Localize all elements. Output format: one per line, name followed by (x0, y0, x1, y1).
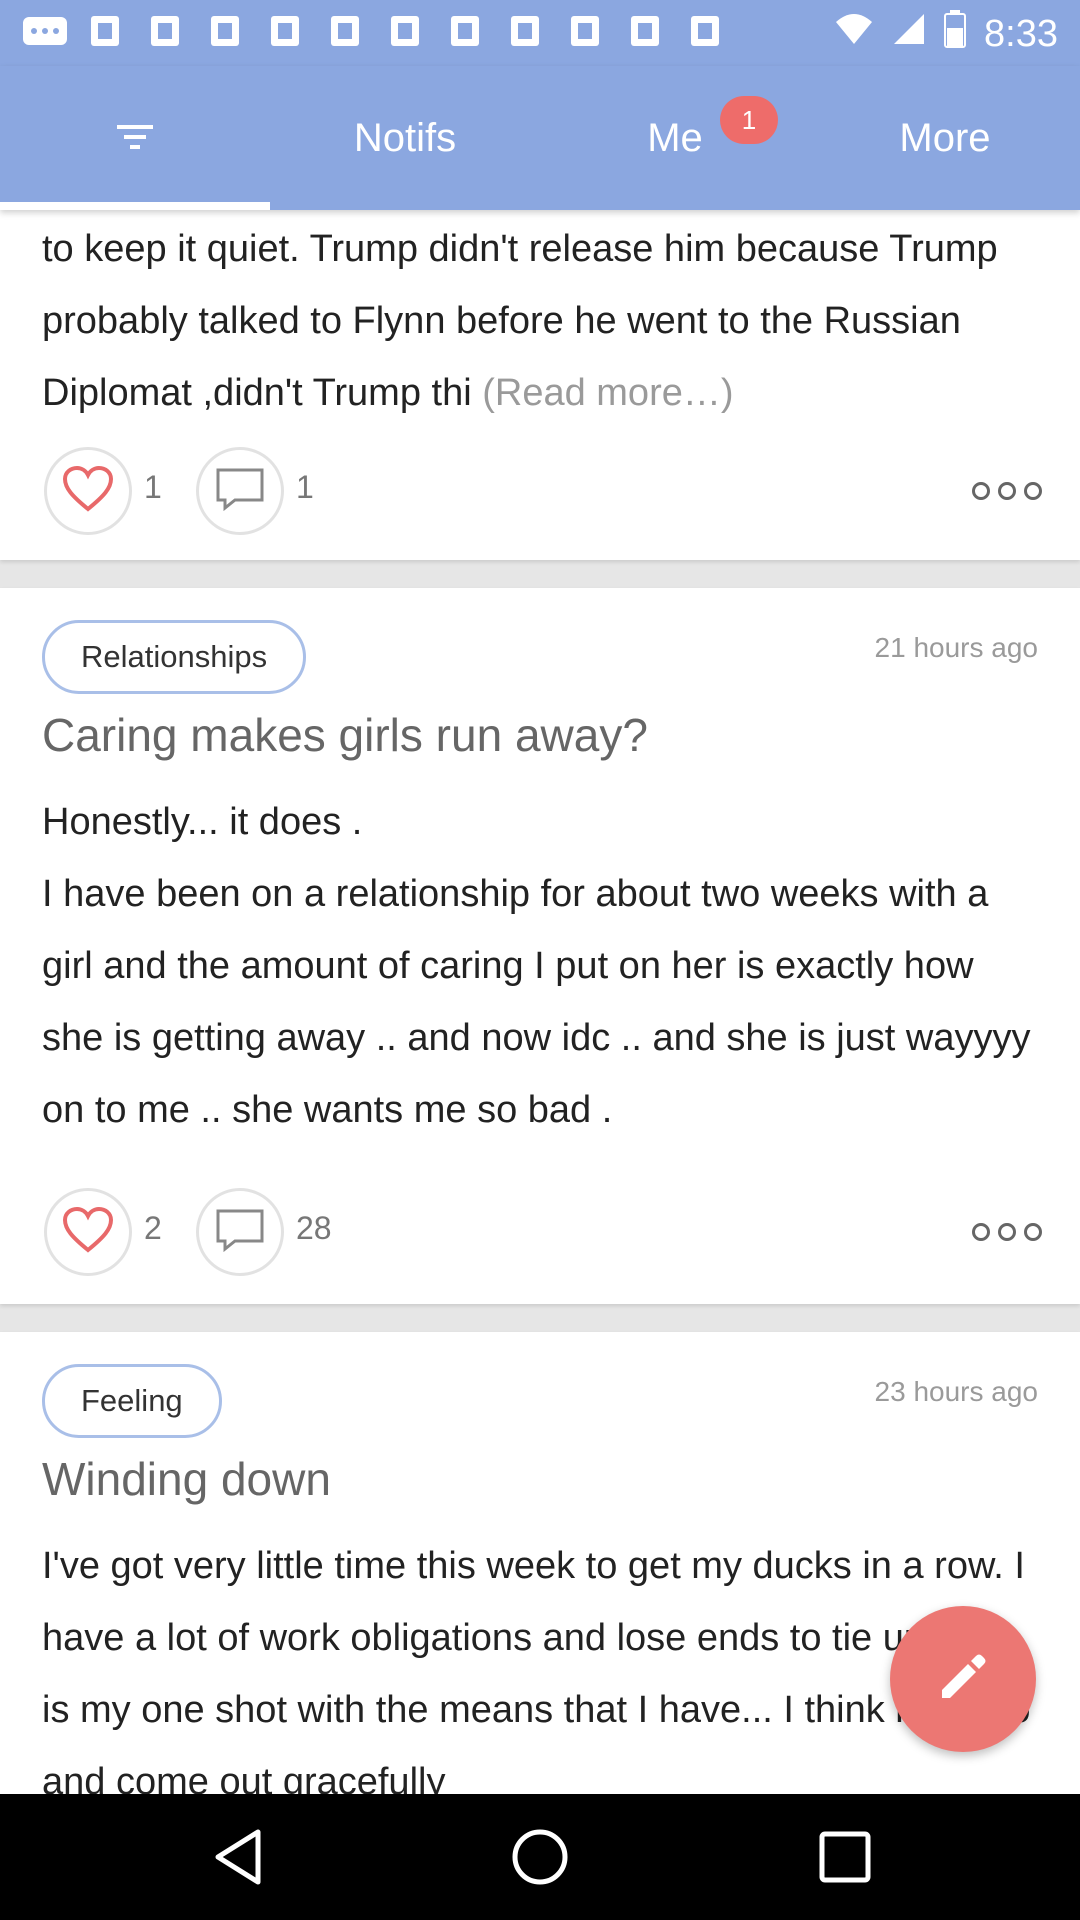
tab-notifs-label: Notifs (353, 115, 457, 160)
google-icon (142, 14, 188, 48)
post-title[interactable]: Winding down (42, 1452, 331, 1506)
top-tab-bar: Notifs Me 1 More (0, 66, 1080, 210)
post-title[interactable]: Caring makes girls run away? (42, 708, 648, 762)
back-icon[interactable] (205, 1824, 271, 1890)
like-count: 1 (144, 469, 162, 505)
post-body-line: Honestly... it does . (42, 801, 363, 843)
google-icon (202, 14, 248, 48)
like-button[interactable] (44, 1188, 132, 1276)
google-icon (442, 14, 488, 48)
status-bar: 8:33 (0, 0, 1080, 66)
notification-icons (22, 14, 728, 48)
more-dot (1024, 1223, 1042, 1241)
google-icon (502, 14, 548, 48)
google-icon (562, 14, 608, 48)
tab-notifs[interactable]: Notifs (270, 66, 540, 210)
post-body: Honestly... it does . I have been on a r… (42, 786, 1042, 1146)
post-time: 21 hours ago (874, 632, 1038, 663)
google-icon (682, 14, 728, 48)
google-icon (622, 14, 668, 48)
compose-button[interactable] (890, 1606, 1036, 1752)
chat-icon (22, 14, 68, 48)
recents-icon[interactable] (812, 1824, 878, 1890)
comment-count: 1 (296, 469, 314, 505)
tab-more-label: More (899, 115, 991, 160)
google-icon (262, 14, 308, 48)
post-card: to keep it quiet. Trump didn't release h… (0, 210, 1080, 560)
tab-me-label: Me (647, 115, 703, 160)
navigation-bar (0, 1794, 1080, 1920)
tab-more[interactable]: More (810, 66, 1080, 210)
more-dot (972, 482, 990, 500)
tab-filter[interactable] (0, 66, 270, 210)
google-icon (382, 14, 428, 48)
post-card[interactable]: Relationships 21 hours ago Caring makes … (0, 588, 1080, 1304)
battery-icon (944, 10, 967, 58)
post-body-text: I have been on a relationship for about … (42, 873, 1031, 1131)
google-icon (82, 14, 128, 48)
more-dot (998, 482, 1016, 500)
more-options-button[interactable] (972, 471, 1042, 511)
signal-icon (892, 12, 926, 56)
post-actions: 2 28 (42, 1188, 1042, 1278)
google-icon (322, 14, 368, 48)
more-dot (1024, 482, 1042, 500)
category-tag[interactable]: Feeling (42, 1364, 222, 1438)
post-actions: 1 1 (42, 447, 1042, 537)
more-dot (972, 1223, 990, 1241)
post-feed[interactable]: to keep it quiet. Trump didn't release h… (0, 210, 1080, 1794)
filter-icon (115, 116, 155, 161)
comment-icon (215, 1208, 265, 1257)
heart-icon (62, 1206, 114, 1258)
home-icon[interactable] (507, 1824, 573, 1890)
more-dot (998, 1223, 1016, 1241)
post-time: 23 hours ago (874, 1376, 1038, 1407)
comment-icon (215, 467, 265, 516)
more-options-button[interactable] (972, 1212, 1042, 1252)
clock-text: 8:33 (984, 12, 1058, 55)
pencil-icon (936, 1650, 990, 1709)
comment-button[interactable] (196, 447, 284, 535)
post-body: to keep it quiet. Trump didn't release h… (42, 213, 1042, 429)
like-button[interactable] (44, 447, 132, 535)
read-more-link[interactable]: (Read more…) (482, 372, 733, 414)
like-count: 2 (144, 1210, 162, 1246)
category-tag[interactable]: Relationships (42, 620, 307, 694)
wifi-icon (834, 12, 874, 56)
comment-button[interactable] (196, 1188, 284, 1276)
heart-icon (62, 465, 114, 517)
me-notification-badge: 1 (720, 96, 778, 144)
comment-count: 28 (296, 1210, 332, 1246)
